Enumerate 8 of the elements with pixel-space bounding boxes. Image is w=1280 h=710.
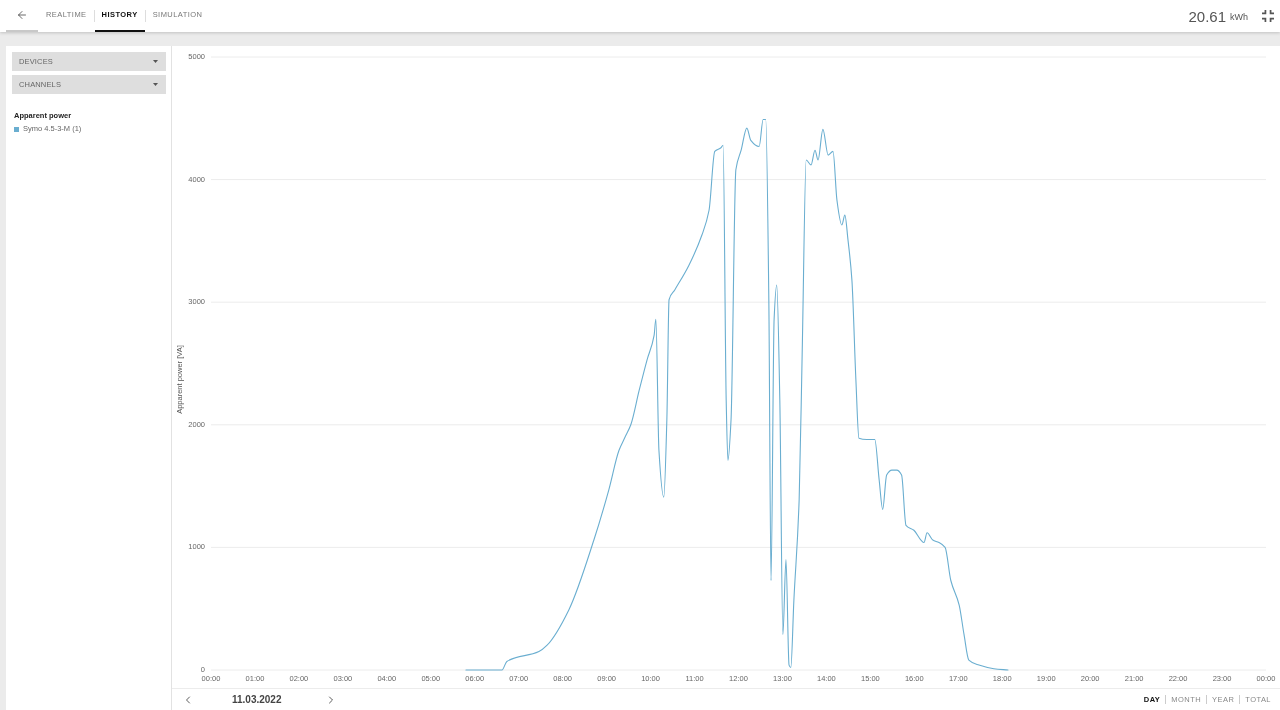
fullscreen-exit-button[interactable] bbox=[1260, 8, 1276, 24]
date-label: 11.03.2022 bbox=[232, 693, 282, 707]
arrow-left-icon bbox=[16, 9, 28, 21]
total-energy-value: 20.61 bbox=[1188, 8, 1226, 24]
total-energy-unit: kWh bbox=[1230, 13, 1248, 22]
fullscreen-exit-icon bbox=[1262, 10, 1274, 22]
caret-down-icon bbox=[153, 83, 158, 86]
caret-down-icon bbox=[153, 60, 158, 63]
